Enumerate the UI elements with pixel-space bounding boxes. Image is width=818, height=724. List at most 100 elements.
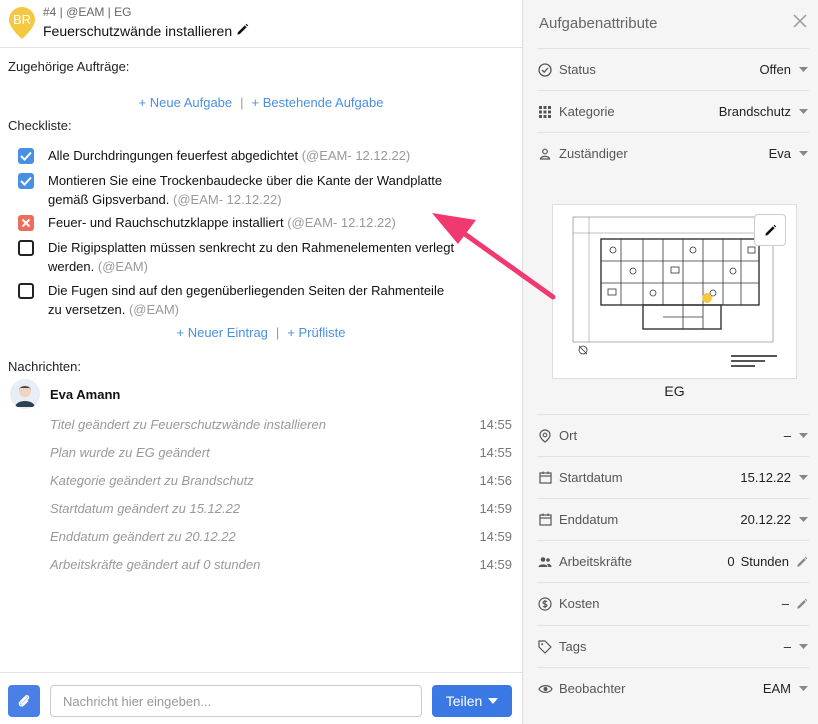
new-task-link[interactable]: + Neue Aufgabe bbox=[139, 95, 233, 110]
task-title-text: Feuerschutzwände installieren bbox=[43, 23, 233, 39]
calendar-icon bbox=[537, 512, 553, 528]
attr-category[interactable]: Kategorie Brandschutz bbox=[537, 90, 809, 132]
checklist-label: Checkliste: bbox=[8, 118, 72, 133]
attach-button[interactable] bbox=[8, 685, 40, 717]
task-title[interactable]: Feuerschutzwände installieren bbox=[43, 23, 249, 39]
attr-tags[interactable]: Tags – bbox=[537, 625, 809, 667]
attr-assignee[interactable]: Zuständiger Eva bbox=[537, 132, 809, 174]
caret-down-icon[interactable] bbox=[797, 683, 809, 695]
message-row: Titel geändert zu Feuerschutzwände insta… bbox=[50, 417, 512, 432]
close-icon[interactable] bbox=[791, 12, 809, 30]
pencil-icon[interactable] bbox=[795, 555, 809, 569]
attr-value: EAM bbox=[762, 681, 791, 696]
related-tasks-links: + Neue Aufgabe | + Bestehende Aufgabe bbox=[0, 95, 522, 110]
message-row: Kategorie geändert zu Brandschutz 14:56 bbox=[50, 473, 512, 488]
attr-location[interactable]: Ort – bbox=[537, 414, 809, 456]
related-tasks-label: Zugehörige Aufträge: bbox=[8, 59, 130, 74]
attr-value: 20.12.22 bbox=[740, 512, 791, 527]
checklist-item-meta: (@EAM- 12.12.22) bbox=[173, 192, 282, 207]
message-time: 14:55 bbox=[479, 417, 512, 432]
attr-value: Eva bbox=[768, 146, 791, 161]
share-button[interactable]: Teilen bbox=[432, 685, 512, 717]
pencil-icon[interactable] bbox=[236, 23, 249, 39]
attr-watchers[interactable]: Beobachter EAM bbox=[537, 667, 809, 709]
messages-label: Nachrichten: bbox=[8, 359, 81, 374]
attr-value: Brandschutz bbox=[718, 104, 791, 119]
calendar-icon bbox=[537, 470, 553, 486]
attr-label: Zuständiger bbox=[559, 146, 628, 161]
message-text: Kategorie geändert zu Brandschutz bbox=[50, 473, 254, 488]
pencil-icon[interactable] bbox=[795, 597, 809, 611]
checkbox-empty[interactable] bbox=[18, 283, 34, 299]
attr-end-date[interactable]: Enddatum 20.12.22 bbox=[537, 498, 809, 540]
checkmark-icon bbox=[20, 151, 32, 161]
attr-value: – bbox=[783, 639, 791, 654]
map-pin-icon bbox=[537, 428, 553, 444]
message-text: Plan wurde zu EG geändert bbox=[50, 445, 210, 460]
people-icon bbox=[537, 554, 553, 570]
checklist-link[interactable]: + Prüfliste bbox=[287, 325, 345, 340]
checklist-item[interactable]: Die Rigipsplatten müssen senkrecht zu de… bbox=[18, 238, 458, 276]
attr-label: Startdatum bbox=[559, 470, 623, 485]
message-composer: Teilen bbox=[0, 672, 522, 724]
message-time: 14:56 bbox=[479, 473, 512, 488]
checklist-item-meta: (@EAM) bbox=[128, 302, 179, 317]
caret-down-icon[interactable] bbox=[797, 106, 809, 118]
message-row: Startdatum geändert zu 15.12.22 14:59 bbox=[50, 501, 512, 516]
link-separator: | bbox=[240, 95, 244, 110]
message-text: Arbeitskräfte geändert auf 0 stunden bbox=[50, 557, 261, 572]
message-row: Arbeitskräfte geändert auf 0 stunden 14:5… bbox=[50, 557, 512, 572]
caret-down-icon[interactable] bbox=[797, 641, 809, 653]
checklist-item[interactable]: Feuer- und Rauchschutzklappe installiert… bbox=[18, 213, 458, 232]
checklist-item-text: Die Fugen sind auf den gegenüberliegende… bbox=[48, 283, 445, 317]
message-text: Enddatum geändert zu 20.12.22 bbox=[50, 529, 236, 544]
checklist-item-text: Alle Durchdringungen feuerfest abgedicht… bbox=[48, 148, 299, 163]
checklist-item[interactable]: Die Fugen sind auf den gegenüberliegende… bbox=[18, 281, 458, 319]
caret-down-icon[interactable] bbox=[797, 148, 809, 160]
attr-status[interactable]: Status Offen bbox=[537, 48, 809, 90]
dollar-circle-icon bbox=[537, 596, 553, 612]
edit-plan-button[interactable] bbox=[754, 214, 786, 246]
message-input[interactable] bbox=[50, 685, 422, 717]
attr-value: – bbox=[781, 596, 789, 611]
new-entry-link[interactable]: + Neuer Eintrag bbox=[177, 325, 268, 340]
checklist-item[interactable]: Montieren Sie eine Trockenbaudecke über … bbox=[18, 171, 458, 209]
attr-label: Arbeitskräfte bbox=[559, 554, 632, 569]
checkbox-checked[interactable] bbox=[18, 148, 34, 164]
share-button-label: Teilen bbox=[445, 693, 483, 709]
checkbox-empty[interactable] bbox=[18, 240, 34, 256]
message-row: Enddatum geändert zu 20.12.22 14:59 bbox=[50, 529, 512, 544]
message-time: 14:59 bbox=[479, 529, 512, 544]
attr-workers[interactable]: Arbeitskräfte 0 Stunden bbox=[537, 540, 809, 582]
pencil-icon bbox=[764, 224, 776, 236]
checklist-links: + Neuer Eintrag | + Prüfliste bbox=[0, 325, 522, 340]
attr-unit: Stunden bbox=[740, 554, 789, 569]
attr-label: Kosten bbox=[559, 596, 600, 611]
checklist-item-text: Feuer- und Rauchschutzklappe installiert bbox=[48, 215, 284, 230]
panel-title: Aufgabenattribute bbox=[539, 15, 658, 32]
avatar bbox=[10, 379, 40, 409]
message-text: Titel geändert zu Feuerschutzwände insta… bbox=[50, 417, 326, 432]
checkbox-failed[interactable] bbox=[18, 215, 34, 231]
caret-down-icon[interactable] bbox=[797, 514, 809, 526]
attr-label: Tags bbox=[559, 639, 587, 654]
attr-costs[interactable]: Kosten – bbox=[537, 582, 809, 624]
caret-down-icon[interactable] bbox=[797, 430, 809, 442]
grid-icon bbox=[537, 104, 553, 120]
checklist-item-meta: (@EAM) bbox=[97, 259, 148, 274]
checklist-item[interactable]: Alle Durchdringungen feuerfest abgedicht… bbox=[18, 146, 458, 165]
attr-start-date[interactable]: Startdatum 15.12.22 bbox=[537, 456, 809, 498]
message-author: Eva Amann bbox=[10, 379, 120, 409]
checkbox-checked[interactable] bbox=[18, 173, 34, 189]
tag-icon bbox=[537, 639, 553, 655]
caret-down-icon bbox=[488, 698, 499, 704]
caret-down-icon[interactable] bbox=[797, 64, 809, 76]
caret-down-icon[interactable] bbox=[797, 472, 809, 484]
pin-initials: BR bbox=[12, 12, 32, 27]
task-header: BR #4 | @EAM | EG Feuerschutzwände insta… bbox=[0, 0, 522, 48]
checkmark-icon bbox=[20, 176, 32, 186]
existing-task-link[interactable]: + Bestehende Aufgabe bbox=[252, 95, 384, 110]
task-detail-pane: BR #4 | @EAM | EG Feuerschutzwände insta… bbox=[0, 0, 522, 724]
attr-label: Ort bbox=[559, 428, 578, 443]
plan-name: EG bbox=[664, 383, 685, 399]
